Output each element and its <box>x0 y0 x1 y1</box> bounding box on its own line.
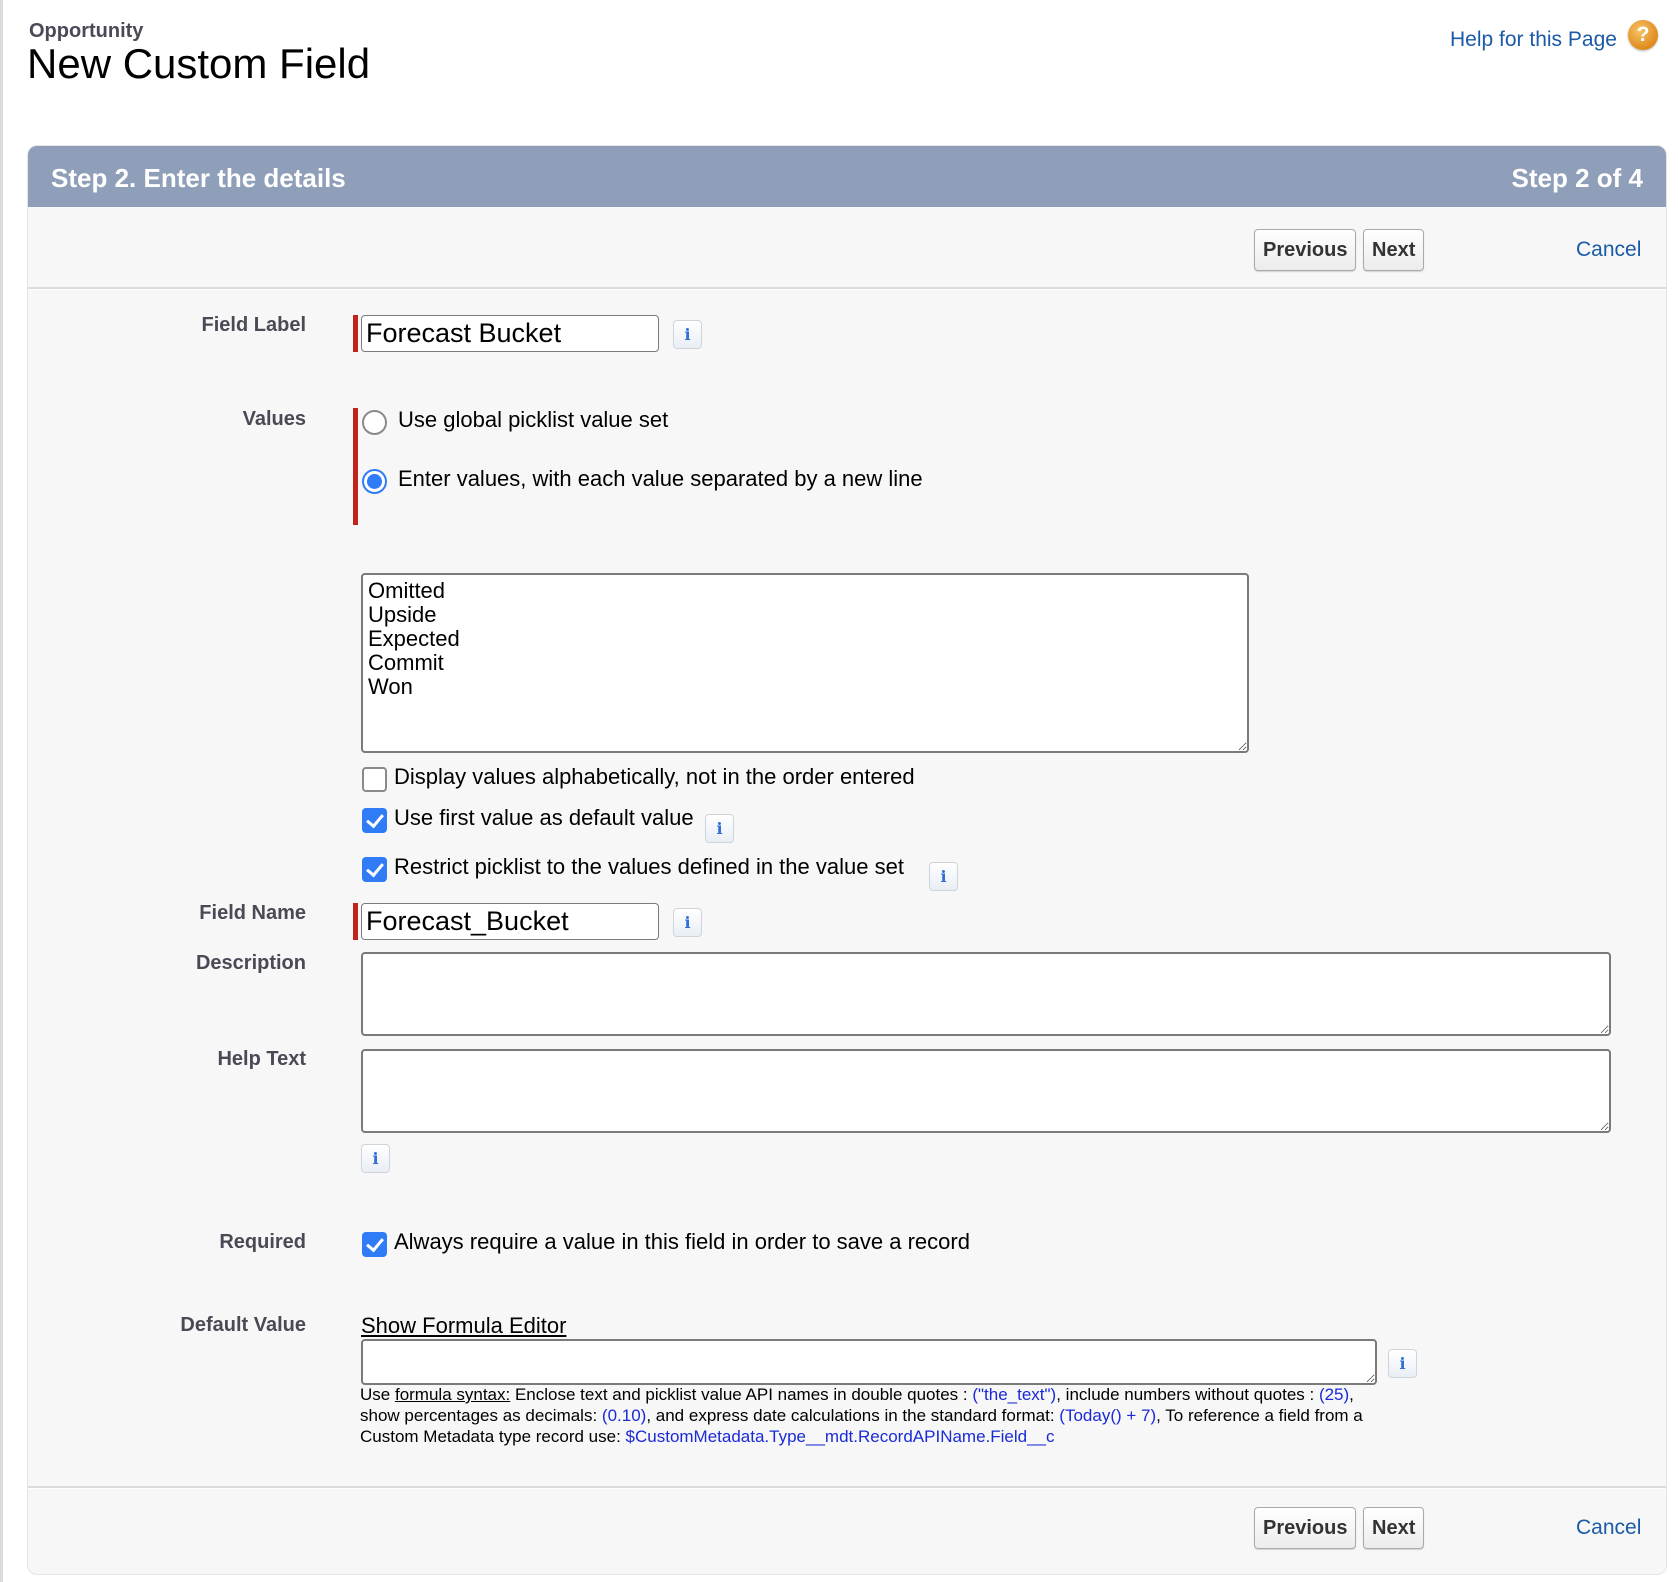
default-value-label: Default Value <box>180 1314 306 1336</box>
field-name-label: Field Name <box>199 902 306 924</box>
radio-enter-values-label: Enter values, with each value separated … <box>398 466 923 491</box>
radio-global-picklist[interactable] <box>362 410 387 435</box>
divider-bottom <box>28 1486 1666 1489</box>
checkbox-alphabetical[interactable] <box>362 767 387 792</box>
default-value-textarea[interactable] <box>361 1339 1377 1385</box>
checkbox-alphabetical-label: Display values alphabetically, not in th… <box>394 764 915 789</box>
checkbox-always-required-label: Always require a value in this field in … <box>394 1229 970 1254</box>
formula-syntax-link[interactable]: formula syntax: <box>395 1385 510 1404</box>
checkbox-first-value-default-label: Use first value as default value <box>394 805 694 830</box>
checkbox-restrict-picklist-label: Restrict picklist to the values defined … <box>394 854 904 879</box>
checkbox-first-value-default[interactable] <box>362 808 387 833</box>
hint-code-date-example: (Today() + 7) <box>1059 1406 1157 1425</box>
step-count: Step 2 of 4 <box>1511 163 1643 193</box>
info-icon[interactable]: i <box>1388 1349 1417 1378</box>
help-text-label: Help Text <box>217 1048 306 1070</box>
radio-enter-values[interactable] <box>362 469 387 494</box>
cancel-link-bottom[interactable]: Cancel <box>1576 1516 1641 1540</box>
cancel-link-top[interactable]: Cancel <box>1576 238 1641 262</box>
next-button-top[interactable]: Next <box>1363 229 1425 271</box>
hint-text: , and express date calculations in the s… <box>646 1406 1060 1425</box>
values-label: Values <box>242 408 306 430</box>
hint-text: Enclose text and picklist value API name… <box>510 1385 973 1404</box>
wizard-panel: Step 2. Enter the details Step 2 of 4 Pr… <box>27 145 1667 1575</box>
step-title: Step 2. Enter the details <box>51 163 346 193</box>
field-label-input[interactable] <box>361 315 659 352</box>
page-title: New Custom Field <box>27 40 371 87</box>
info-icon[interactable]: i <box>361 1144 390 1173</box>
window-edge <box>0 0 3 1582</box>
hint-code-percent-example: (0.10) <box>601 1406 647 1425</box>
step-header: Step 2. Enter the details Step 2 of 4 <box>28 146 1666 207</box>
hint-text: Use <box>360 1385 395 1404</box>
description-label: Description <box>195 952 306 974</box>
checkbox-restrict-picklist[interactable] <box>362 857 387 882</box>
required-label: Required <box>219 1231 306 1253</box>
show-formula-editor-link[interactable]: Show Formula Editor <box>361 1313 566 1339</box>
hint-code-text-example: ("the_text") <box>972 1385 1057 1404</box>
help-question-icon[interactable]: ? <box>1628 20 1658 50</box>
info-icon[interactable]: i <box>929 862 958 891</box>
picklist-values-textarea[interactable]: Omitted Upside Expected Commit Won <box>361 573 1249 753</box>
previous-button-bottom[interactable]: Previous <box>1254 1507 1357 1549</box>
hint-text: , include numbers without quotes : <box>1056 1385 1319 1404</box>
previous-button-top[interactable]: Previous <box>1254 229 1357 271</box>
info-icon[interactable]: i <box>673 908 702 937</box>
hint-code-number-example: (25) <box>1318 1385 1350 1404</box>
field-name-input[interactable] <box>361 903 659 940</box>
info-icon[interactable]: i <box>705 814 734 843</box>
divider-top <box>28 287 1666 290</box>
radio-global-picklist-label: Use global picklist value set <box>398 407 669 432</box>
help-for-this-page-link[interactable]: Help for this Page <box>1450 28 1617 52</box>
next-button-bottom[interactable]: Next <box>1363 1507 1425 1549</box>
info-icon[interactable]: i <box>673 320 702 349</box>
required-indicator <box>353 315 358 352</box>
field-label-label: Field Label <box>201 314 306 336</box>
required-indicator <box>353 408 358 525</box>
formula-syntax-hint: Use formula syntax: Enclose text and pic… <box>360 1384 1380 1447</box>
checkbox-always-required[interactable] <box>362 1232 387 1257</box>
help-text-textarea[interactable] <box>361 1049 1611 1133</box>
description-textarea[interactable] <box>361 952 1611 1036</box>
hint-code-metadata-example: $CustomMetadata.Type__mdt.RecordAPIName.… <box>625 1427 1055 1446</box>
required-indicator <box>353 903 358 940</box>
